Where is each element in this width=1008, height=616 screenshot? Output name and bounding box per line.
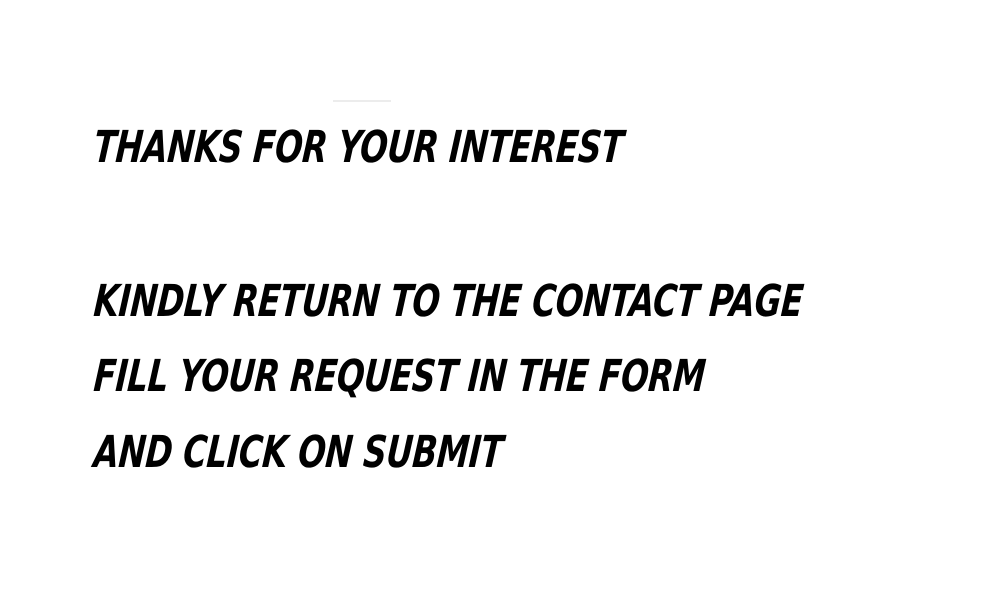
instruction-line-2: FILL YOUR REQUEST IN THE FORM: [92, 351, 708, 402]
instruction-line-3: AND CLICK ON SUBMIT: [92, 427, 505, 478]
instruction-line-1: KINDLY RETURN TO THE CONTACT PAGE: [92, 276, 806, 327]
thank-you-page: THANKS FOR YOUR INTEREST KINDLY RETURN T…: [0, 0, 1008, 616]
thank-you-heading: THANKS FOR YOUR INTEREST: [92, 122, 626, 173]
divider: [333, 100, 391, 102]
